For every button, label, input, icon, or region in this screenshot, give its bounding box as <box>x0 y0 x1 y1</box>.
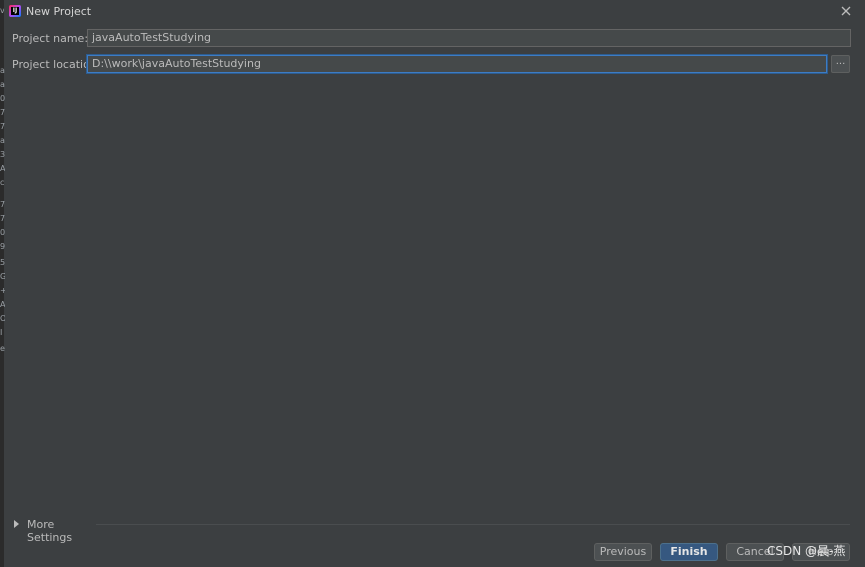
edge-char: 9 <box>0 242 5 251</box>
intellij-app-icon: IJ <box>9 5 21 17</box>
edge-char: G <box>0 272 5 281</box>
edge-char: A <box>0 300 5 309</box>
expand-arrow-icon <box>14 520 19 528</box>
edge-char: 0 <box>0 228 5 237</box>
edge-char: 0 <box>0 94 5 103</box>
dialog-title: New Project <box>26 5 92 18</box>
edge-char: a <box>0 136 5 145</box>
edge-char: 7 <box>0 122 5 131</box>
edge-char: + <box>0 286 5 295</box>
edge-char: A <box>0 164 5 173</box>
edge-char: 3 <box>0 150 5 159</box>
edge-char: a <box>0 66 5 75</box>
more-settings-divider <box>96 524 850 525</box>
project-name-label: Project name: <box>12 32 89 45</box>
edge-char: 5 <box>0 258 5 267</box>
browse-button[interactable]: ... <box>831 55 850 73</box>
edge-char: I <box>0 328 3 337</box>
watermark-text: CSDN @晨-燕 <box>767 544 846 558</box>
previous-button[interactable]: Previous <box>594 543 652 561</box>
app-icon-text: IJ <box>11 7 19 15</box>
edge-char: a <box>0 80 5 89</box>
project-name-input[interactable]: javaAutoTestStudying <box>87 29 851 47</box>
more-settings-toggle[interactable]: More Settings <box>14 518 94 544</box>
finish-button[interactable]: Finish <box>660 543 718 561</box>
background-window-edge: v a a 0 7 7 a 3 A c 7 7 0 9 5 G + A O I … <box>0 0 5 567</box>
edge-char: O <box>0 314 5 323</box>
dialog-title-bar: IJ New Project <box>4 0 865 24</box>
close-icon <box>841 6 851 16</box>
close-button[interactable] <box>838 3 854 19</box>
edge-char: 7 <box>0 200 5 209</box>
project-location-input[interactable]: D:\\work\javaAutoTestStudying <box>87 55 827 73</box>
edge-char: e <box>0 344 5 353</box>
edge-char: c <box>0 178 5 187</box>
more-settings-label: More Settings <box>27 518 73 544</box>
edge-char: 7 <box>0 108 5 117</box>
edge-char: 7 <box>0 214 5 223</box>
